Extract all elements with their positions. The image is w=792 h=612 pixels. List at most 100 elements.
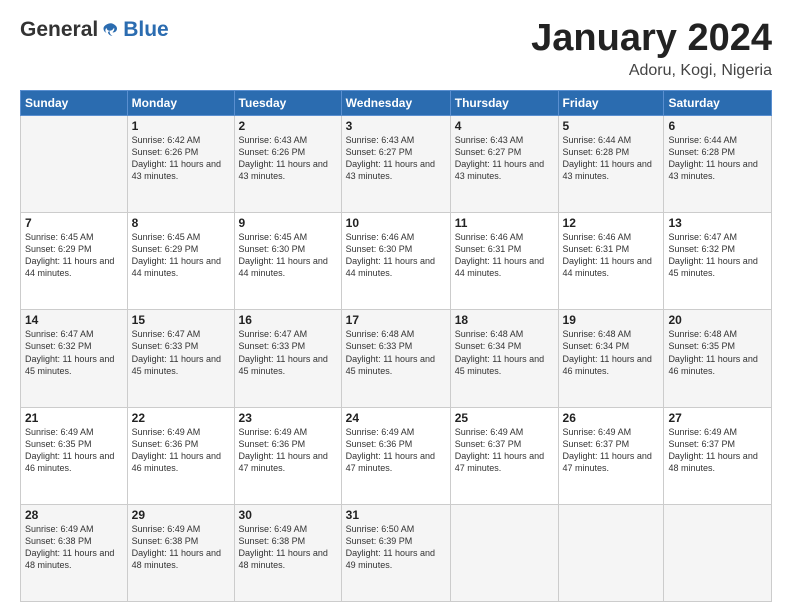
day-info: Sunrise: 6:45 AMSunset: 6:29 PMDaylight:… [132, 231, 230, 280]
day-info: Sunrise: 6:43 AMSunset: 6:27 PMDaylight:… [455, 134, 554, 183]
day-number: 29 [132, 508, 230, 522]
header-friday: Friday [558, 90, 664, 115]
location: Adoru, Kogi, Nigeria [531, 62, 772, 80]
calendar-day-cell: 15 Sunrise: 6:47 AMSunset: 6:33 PMDaylig… [127, 310, 234, 407]
day-info: Sunrise: 6:48 AMSunset: 6:33 PMDaylight:… [346, 328, 446, 377]
logo-blue-text: Blue [123, 18, 169, 42]
calendar-table: Sunday Monday Tuesday Wednesday Thursday… [20, 90, 772, 602]
day-info: Sunrise: 6:49 AMSunset: 6:38 PMDaylight:… [239, 523, 337, 572]
day-info: Sunrise: 6:48 AMSunset: 6:35 PMDaylight:… [668, 328, 767, 377]
calendar-day-cell: 1 Sunrise: 6:42 AMSunset: 6:26 PMDayligh… [127, 115, 234, 212]
calendar-week-row: 28 Sunrise: 6:49 AMSunset: 6:38 PMDaylig… [21, 504, 772, 601]
day-info: Sunrise: 6:49 AMSunset: 6:36 PMDaylight:… [132, 426, 230, 475]
title-block: January 2024 Adoru, Kogi, Nigeria [531, 18, 772, 80]
day-number: 11 [455, 216, 554, 230]
day-info: Sunrise: 6:43 AMSunset: 6:26 PMDaylight:… [239, 134, 337, 183]
calendar-day-cell: 17 Sunrise: 6:48 AMSunset: 6:33 PMDaylig… [341, 310, 450, 407]
day-info: Sunrise: 6:49 AMSunset: 6:37 PMDaylight:… [668, 426, 767, 475]
header-monday: Monday [127, 90, 234, 115]
day-info: Sunrise: 6:50 AMSunset: 6:39 PMDaylight:… [346, 523, 446, 572]
day-info: Sunrise: 6:49 AMSunset: 6:37 PMDaylight:… [563, 426, 660, 475]
day-number: 9 [239, 216, 337, 230]
calendar-week-row: 1 Sunrise: 6:42 AMSunset: 6:26 PMDayligh… [21, 115, 772, 212]
header-tuesday: Tuesday [234, 90, 341, 115]
calendar-day-cell: 4 Sunrise: 6:43 AMSunset: 6:27 PMDayligh… [450, 115, 558, 212]
calendar-day-cell: 31 Sunrise: 6:50 AMSunset: 6:39 PMDaylig… [341, 504, 450, 601]
calendar-day-cell: 6 Sunrise: 6:44 AMSunset: 6:28 PMDayligh… [664, 115, 772, 212]
calendar-day-cell: 10 Sunrise: 6:46 AMSunset: 6:30 PMDaylig… [341, 213, 450, 310]
day-number: 5 [563, 119, 660, 133]
calendar-day-cell [21, 115, 128, 212]
day-info: Sunrise: 6:46 AMSunset: 6:30 PMDaylight:… [346, 231, 446, 280]
day-info: Sunrise: 6:49 AMSunset: 6:35 PMDaylight:… [25, 426, 123, 475]
calendar-day-cell: 23 Sunrise: 6:49 AMSunset: 6:36 PMDaylig… [234, 407, 341, 504]
day-info: Sunrise: 6:46 AMSunset: 6:31 PMDaylight:… [455, 231, 554, 280]
day-info: Sunrise: 6:47 AMSunset: 6:33 PMDaylight:… [239, 328, 337, 377]
day-number: 16 [239, 313, 337, 327]
day-number: 10 [346, 216, 446, 230]
calendar-header-row: Sunday Monday Tuesday Wednesday Thursday… [21, 90, 772, 115]
day-number: 26 [563, 411, 660, 425]
header-thursday: Thursday [450, 90, 558, 115]
day-info: Sunrise: 6:44 AMSunset: 6:28 PMDaylight:… [668, 134, 767, 183]
calendar-day-cell [558, 504, 664, 601]
day-number: 19 [563, 313, 660, 327]
calendar-day-cell: 27 Sunrise: 6:49 AMSunset: 6:37 PMDaylig… [664, 407, 772, 504]
calendar-day-cell: 7 Sunrise: 6:45 AMSunset: 6:29 PMDayligh… [21, 213, 128, 310]
calendar-day-cell: 12 Sunrise: 6:46 AMSunset: 6:31 PMDaylig… [558, 213, 664, 310]
day-number: 23 [239, 411, 337, 425]
day-number: 24 [346, 411, 446, 425]
day-number: 17 [346, 313, 446, 327]
day-info: Sunrise: 6:49 AMSunset: 6:38 PMDaylight:… [25, 523, 123, 572]
calendar-day-cell: 5 Sunrise: 6:44 AMSunset: 6:28 PMDayligh… [558, 115, 664, 212]
header: General Blue January 2024 Adoru, Kogi, N… [20, 18, 772, 80]
day-number: 7 [25, 216, 123, 230]
day-number: 1 [132, 119, 230, 133]
calendar-day-cell: 21 Sunrise: 6:49 AMSunset: 6:35 PMDaylig… [21, 407, 128, 504]
day-info: Sunrise: 6:45 AMSunset: 6:30 PMDaylight:… [239, 231, 337, 280]
day-info: Sunrise: 6:48 AMSunset: 6:34 PMDaylight:… [455, 328, 554, 377]
calendar-day-cell: 3 Sunrise: 6:43 AMSunset: 6:27 PMDayligh… [341, 115, 450, 212]
day-info: Sunrise: 6:45 AMSunset: 6:29 PMDaylight:… [25, 231, 123, 280]
month-title: January 2024 [531, 18, 772, 60]
day-info: Sunrise: 6:48 AMSunset: 6:34 PMDaylight:… [563, 328, 660, 377]
day-number: 3 [346, 119, 446, 133]
calendar-day-cell: 25 Sunrise: 6:49 AMSunset: 6:37 PMDaylig… [450, 407, 558, 504]
day-number: 13 [668, 216, 767, 230]
day-number: 12 [563, 216, 660, 230]
day-info: Sunrise: 6:49 AMSunset: 6:37 PMDaylight:… [455, 426, 554, 475]
calendar-day-cell: 29 Sunrise: 6:49 AMSunset: 6:38 PMDaylig… [127, 504, 234, 601]
day-info: Sunrise: 6:49 AMSunset: 6:36 PMDaylight:… [346, 426, 446, 475]
day-info: Sunrise: 6:43 AMSunset: 6:27 PMDaylight:… [346, 134, 446, 183]
logo: General Blue [20, 18, 169, 42]
calendar-day-cell: 22 Sunrise: 6:49 AMSunset: 6:36 PMDaylig… [127, 407, 234, 504]
day-number: 4 [455, 119, 554, 133]
day-number: 6 [668, 119, 767, 133]
calendar-day-cell: 30 Sunrise: 6:49 AMSunset: 6:38 PMDaylig… [234, 504, 341, 601]
day-number: 15 [132, 313, 230, 327]
calendar-day-cell: 2 Sunrise: 6:43 AMSunset: 6:26 PMDayligh… [234, 115, 341, 212]
calendar-day-cell: 18 Sunrise: 6:48 AMSunset: 6:34 PMDaylig… [450, 310, 558, 407]
day-info: Sunrise: 6:44 AMSunset: 6:28 PMDaylight:… [563, 134, 660, 183]
day-info: Sunrise: 6:47 AMSunset: 6:33 PMDaylight:… [132, 328, 230, 377]
day-info: Sunrise: 6:47 AMSunset: 6:32 PMDaylight:… [25, 328, 123, 377]
calendar-day-cell: 20 Sunrise: 6:48 AMSunset: 6:35 PMDaylig… [664, 310, 772, 407]
calendar-day-cell: 28 Sunrise: 6:49 AMSunset: 6:38 PMDaylig… [21, 504, 128, 601]
calendar-day-cell: 19 Sunrise: 6:48 AMSunset: 6:34 PMDaylig… [558, 310, 664, 407]
calendar-day-cell: 13 Sunrise: 6:47 AMSunset: 6:32 PMDaylig… [664, 213, 772, 310]
day-number: 21 [25, 411, 123, 425]
day-number: 22 [132, 411, 230, 425]
day-info: Sunrise: 6:49 AMSunset: 6:38 PMDaylight:… [132, 523, 230, 572]
day-number: 30 [239, 508, 337, 522]
calendar-day-cell: 16 Sunrise: 6:47 AMSunset: 6:33 PMDaylig… [234, 310, 341, 407]
calendar-day-cell: 26 Sunrise: 6:49 AMSunset: 6:37 PMDaylig… [558, 407, 664, 504]
header-wednesday: Wednesday [341, 90, 450, 115]
calendar-week-row: 14 Sunrise: 6:47 AMSunset: 6:32 PMDaylig… [21, 310, 772, 407]
day-number: 18 [455, 313, 554, 327]
day-number: 8 [132, 216, 230, 230]
calendar-page: General Blue January 2024 Adoru, Kogi, N… [0, 0, 792, 612]
calendar-day-cell: 9 Sunrise: 6:45 AMSunset: 6:30 PMDayligh… [234, 213, 341, 310]
day-number: 28 [25, 508, 123, 522]
day-number: 2 [239, 119, 337, 133]
header-sunday: Sunday [21, 90, 128, 115]
